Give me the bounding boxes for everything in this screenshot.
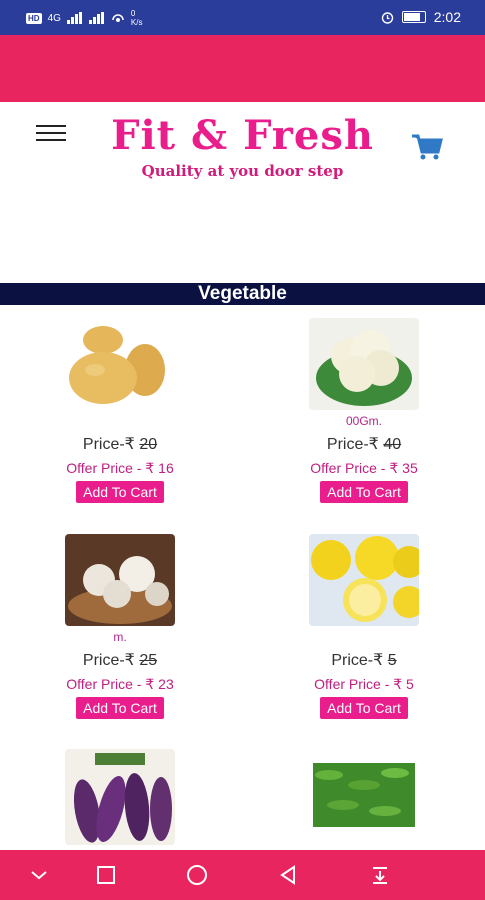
- signal-icon-2: [88, 12, 104, 24]
- product-image-garlic[interactable]: [65, 534, 175, 626]
- product-price: Price-₹ 5: [331, 652, 397, 669]
- app-tagline: Quality at you door step: [141, 162, 344, 180]
- status-time: 2:02: [433, 9, 461, 25]
- product-card: m. Price-₹ 25 Offer Price - ₹ 23 Add To …: [20, 534, 220, 719]
- product-price: Price-₹ 25: [82, 652, 158, 669]
- system-nav-bar: [0, 850, 485, 900]
- product-name: [20, 414, 220, 430]
- battery-icon: [401, 11, 426, 23]
- signal-icon: [66, 12, 82, 24]
- signal-label: 4G: [47, 12, 61, 24]
- product-offer-price: Offer Price - ₹ 16: [66, 460, 174, 476]
- network-badge: HD: [26, 12, 42, 24]
- network-speed: 0 K/s: [130, 9, 143, 27]
- cart-icon[interactable]: [410, 132, 444, 162]
- app-top-bar: [0, 35, 485, 102]
- product-offer-price: Offer Price - ₹ 23: [66, 676, 174, 692]
- product-price: Price-₹ 20: [82, 436, 158, 453]
- product-name: [264, 630, 464, 646]
- status-bar: HD 4G 0 K/s 2:02: [0, 0, 485, 35]
- add-to-cart-button[interactable]: Add To Cart: [76, 481, 164, 503]
- home-icon[interactable]: [185, 863, 209, 887]
- back-icon[interactable]: [276, 863, 300, 887]
- product-name: 00Gm.: [345, 414, 382, 428]
- category-title: Vegetable: [0, 283, 485, 305]
- add-to-cart-button[interactable]: Add To Cart: [320, 697, 408, 719]
- product-card: [264, 749, 464, 845]
- product-image-green-chilli[interactable]: [309, 749, 419, 845]
- recent-apps-icon[interactable]: [94, 863, 118, 887]
- status-left: HD 4G 0 K/s: [26, 9, 142, 27]
- product-card: Price-₹ 20 Offer Price - ₹ 16 Add To Car…: [20, 318, 220, 503]
- download-icon[interactable]: [368, 863, 392, 887]
- product-image-cauliflower[interactable]: [309, 318, 419, 410]
- product-card: [20, 749, 220, 845]
- add-to-cart-button[interactable]: Add To Cart: [76, 697, 164, 719]
- product-offer-price: Offer Price - ₹ 35: [310, 460, 418, 476]
- product-offer-price: Offer Price - ₹ 5: [314, 676, 414, 692]
- product-image-brinjal[interactable]: [65, 749, 175, 845]
- app-header: Fit & Fresh Quality at you door step: [0, 102, 485, 282]
- product-image-lemon[interactable]: [309, 534, 419, 626]
- product-name: m.: [113, 630, 127, 644]
- alarm-icon: [381, 11, 393, 24]
- add-to-cart-button[interactable]: Add To Cart: [320, 481, 408, 503]
- status-right: 2:02: [381, 9, 461, 25]
- product-price: Price-₹ 40: [326, 436, 402, 453]
- product-image-potato[interactable]: [65, 318, 175, 410]
- hotspot-icon: [112, 14, 124, 22]
- product-card: 00Gm. Price-₹ 40 Offer Price - ₹ 35 Add …: [264, 318, 464, 503]
- product-card: Price-₹ 5 Offer Price - ₹ 5 Add To Cart: [264, 534, 464, 719]
- chevron-down-icon[interactable]: [27, 863, 51, 887]
